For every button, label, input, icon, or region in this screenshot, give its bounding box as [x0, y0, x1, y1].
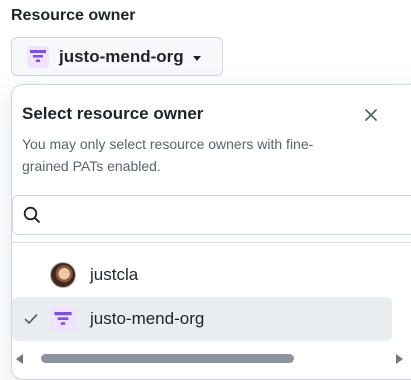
search-field[interactable]	[12, 195, 411, 235]
resource-owner-dropdown-button[interactable]: justo-mend-org	[11, 37, 223, 76]
check-slot	[12, 313, 50, 325]
scroll-left-arrow-icon[interactable]	[16, 354, 23, 364]
popover-title: Select resource owner	[22, 104, 204, 123]
horizontal-scrollbar[interactable]	[12, 349, 411, 369]
caret-down-icon	[192, 55, 201, 61]
list-item-label: justo-mend-org	[90, 309, 205, 328]
scroll-thumb[interactable]	[41, 354, 294, 363]
resource-owner-label: Resource owner	[11, 7, 136, 24]
scroll-right-arrow-icon[interactable]	[396, 354, 403, 364]
close-button[interactable]	[358, 102, 384, 128]
list-item-justcla[interactable]: justcla	[12, 253, 392, 297]
search-icon	[23, 206, 40, 223]
close-icon	[365, 109, 377, 121]
list-item-justo-mend-org[interactable]: justo-mend-org	[12, 297, 392, 341]
select-owner-popover: Select resource owner You may only selec…	[11, 84, 411, 380]
org-avatar-icon	[50, 306, 76, 332]
user-avatar	[50, 262, 76, 288]
check-icon	[24, 314, 38, 324]
divider	[12, 242, 411, 243]
list-item-label: justcla	[90, 265, 139, 284]
search-input[interactable]	[49, 200, 409, 230]
selected-owner-label: justo-mend-org	[59, 46, 184, 66]
org-avatar-icon	[27, 45, 49, 68]
popover-description: You may only select resource owners with…	[22, 136, 314, 174]
